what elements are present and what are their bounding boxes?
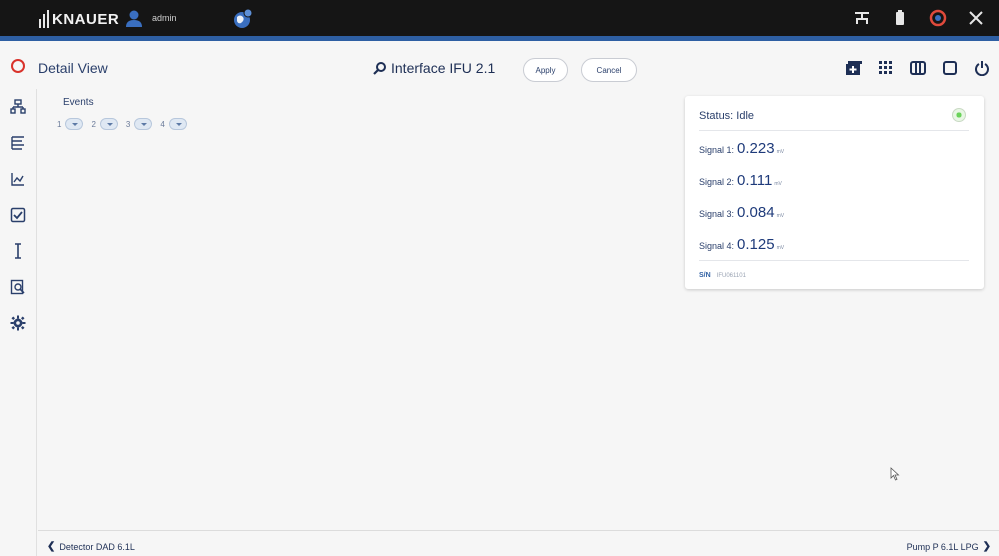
pin-search-icon	[373, 62, 386, 75]
signal-label: Signal 3:	[699, 209, 735, 219]
user-name[interactable]: admin	[152, 13, 177, 23]
text-cursor-icon[interactable]	[8, 241, 28, 261]
signal-unit: mV	[776, 149, 785, 155]
grid-view-icon[interactable]	[877, 59, 895, 77]
signal-unit: mV	[774, 181, 782, 187]
event-dropdown-4[interactable]	[168, 118, 187, 130]
signal-value: 0.084	[737, 204, 775, 221]
event-number: 4	[160, 119, 165, 129]
next-device-link[interactable]: Pump P 6.1L LPG ❯	[907, 541, 991, 552]
prev-device-link[interactable]: ❮ Detector DAD 6.1L	[47, 541, 135, 552]
left-sidebar	[0, 89, 37, 556]
columns-view-icon[interactable]	[909, 59, 927, 77]
signal-value: 0.111	[737, 172, 773, 189]
signal-row: Signal 3: 0.084 mV	[699, 204, 784, 221]
signal-label: Signal 4:	[699, 241, 735, 251]
globe-network-icon[interactable]	[232, 8, 254, 30]
method-tree-icon[interactable]	[8, 133, 28, 153]
signal-value: 0.223	[737, 140, 775, 157]
next-device-label: Pump P 6.1L LPG	[906, 541, 979, 552]
page-title: Detail View	[38, 60, 108, 76]
event-number: 1	[57, 119, 62, 129]
app-circle-icon[interactable]	[11, 59, 25, 73]
settings-gear-icon[interactable]	[8, 313, 28, 333]
status-led-icon	[952, 108, 966, 122]
power-icon[interactable]	[973, 59, 991, 77]
checklist-icon[interactable]	[8, 205, 28, 225]
signal-value: 0.125	[737, 236, 775, 253]
serial-number: S/N IFU061101	[699, 272, 746, 279]
event-dropdown-2[interactable]	[99, 118, 118, 130]
device-name: Interface IFU 2.1	[391, 60, 496, 76]
events-row: 1 2 3 4	[57, 118, 191, 130]
sn-value: IFU061101	[716, 273, 746, 279]
battery-icon[interactable]	[891, 9, 909, 27]
events-label: Events	[63, 97, 94, 108]
signal-label: Signal 2:	[699, 177, 735, 187]
event-number: 3	[125, 119, 131, 129]
signal-unit: mV	[776, 213, 785, 219]
status-text: Status: Idle	[699, 110, 755, 122]
signal-row: Signal 2: 0.111 mV	[699, 172, 782, 189]
cancel-button[interactable]: Cancel	[581, 58, 637, 82]
close-icon[interactable]	[967, 9, 985, 27]
event-dropdown-3[interactable]	[134, 118, 153, 130]
event-number: 2	[91, 119, 96, 129]
footer-divider	[38, 530, 999, 531]
chart-icon[interactable]	[8, 169, 28, 189]
chevron-right-icon: ❯	[982, 541, 991, 552]
knauer-logo: KNAUER	[38, 9, 119, 29]
title-bar: Detail View Interface IFU 2.1 Apply Canc…	[0, 41, 999, 89]
top-bar: KNAUER admin	[0, 0, 999, 36]
network-devices-icon[interactable]	[8, 97, 28, 117]
status-ring-icon[interactable]	[929, 9, 947, 27]
network-icon[interactable]	[853, 9, 871, 27]
brand-name: KNAUER	[52, 10, 120, 28]
signal-row: Signal 4: 0.125 mV	[699, 236, 784, 253]
signal-unit: mV	[776, 245, 785, 251]
signal-row: Signal 1: 0.223 mV	[699, 140, 784, 157]
apply-button[interactable]: Apply	[523, 58, 568, 82]
device-title[interactable]: Interface IFU 2.1	[373, 60, 495, 76]
divider	[699, 130, 969, 131]
logo-mark-icon	[38, 10, 50, 28]
prev-device-label: Detector DAD 6.1L	[59, 541, 135, 552]
search-doc-icon[interactable]	[8, 277, 28, 297]
chevron-left-icon: ❮	[47, 541, 56, 552]
divider	[699, 260, 969, 261]
signal-label: Signal 1:	[699, 145, 735, 155]
sn-label: S/N	[699, 272, 711, 279]
event-dropdown-1[interactable]	[65, 118, 84, 130]
user-icon[interactable]	[124, 9, 144, 29]
status-card: Status: Idle Signal 1: 0.223 mV Signal 2…	[685, 96, 984, 289]
single-view-icon[interactable]	[941, 59, 959, 77]
mouse-cursor-icon	[890, 467, 900, 481]
add-window-icon[interactable]	[845, 59, 863, 77]
